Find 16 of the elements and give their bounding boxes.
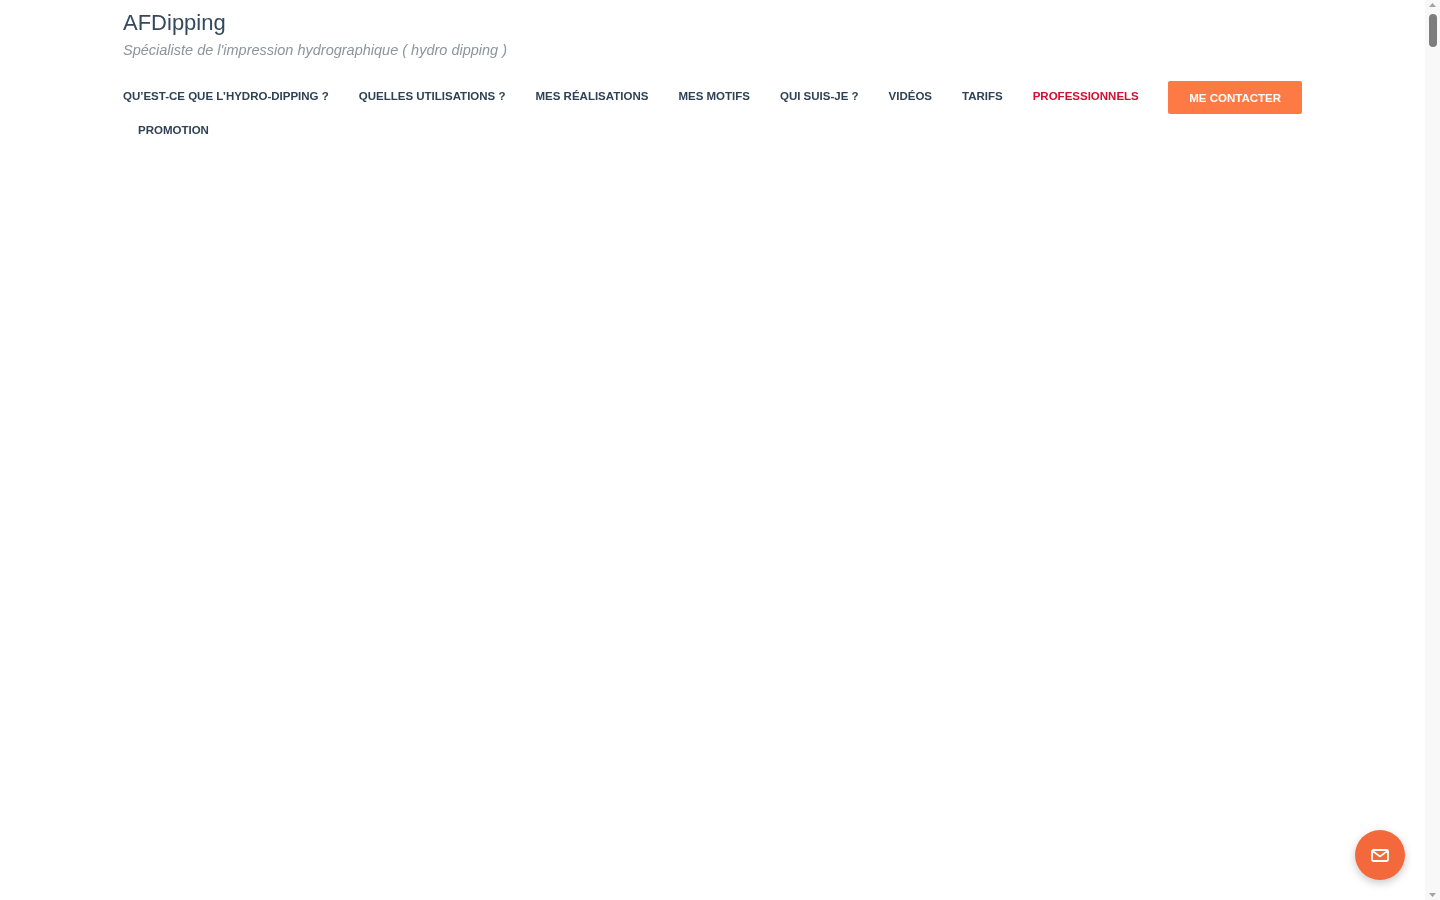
site-title[interactable]: AFDipping <box>123 10 226 36</box>
nav-link[interactable]: VIDÉOS <box>873 79 947 113</box>
nav-link[interactable]: QU’EST-CE QUE L’HYDRO-DIPPING ? <box>123 79 344 113</box>
site-tagline: Spécialiste de l'impression hydrographique ( hydro dipping ) <box>123 41 508 59</box>
nav-link[interactable]: TARIFS <box>947 79 1018 113</box>
nav-link[interactable]: QUELLES UTILISATIONS ? <box>343 79 521 113</box>
nav-link[interactable]: MES MOTIFS <box>663 79 765 113</box>
scroll-down-icon[interactable] <box>1429 893 1436 897</box>
envelope-icon <box>1371 848 1389 862</box>
nav-link[interactable]: PROFESSIONNELS <box>1017 79 1154 113</box>
mail-button[interactable] <box>1355 830 1405 880</box>
nav-link[interactable]: PROMOTION <box>123 113 224 147</box>
scroll-up-icon[interactable] <box>1429 3 1436 7</box>
nav-link[interactable]: MES RÉALISATIONS <box>520 79 664 113</box>
nav-link[interactable]: QUI SUIS-JE ? <box>764 79 874 113</box>
scrollbar-thumb[interactable] <box>1428 14 1437 47</box>
